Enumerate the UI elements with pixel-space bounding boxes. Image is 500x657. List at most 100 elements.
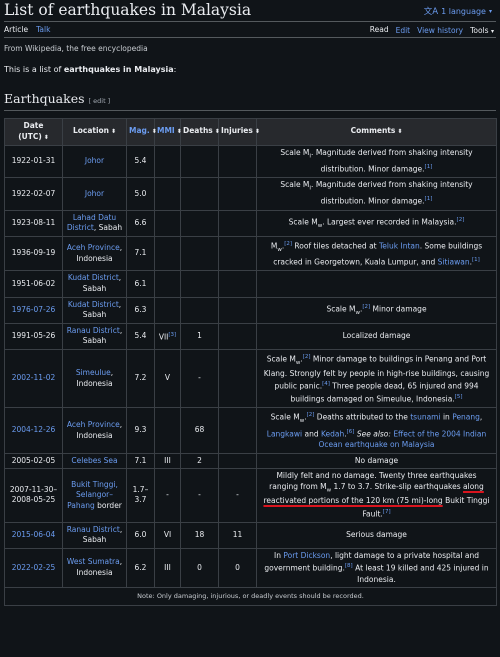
date-text[interactable]: 2002-11-02 (12, 373, 56, 382)
cell-date: 2007-11-30– 2008-05-25 (4, 468, 63, 523)
language-button[interactable]: 文A 1 language ▾ (423, 5, 492, 18)
cell-mmi (154, 177, 181, 211)
location-link[interactable]: Kudat District (68, 300, 119, 309)
cell-location: Simeulue, Indonesia (62, 348, 127, 409)
column-header-date-utc[interactable]: Date (UTC) ⬍ (4, 117, 63, 147)
location-link[interactable]: Johor (85, 189, 104, 198)
site-subtitle: From Wikipedia, the free encyclopedia (4, 44, 148, 53)
cell-mmi (154, 270, 181, 298)
cell-date: 1936-09-19 (4, 235, 63, 272)
section-divider (4, 110, 496, 111)
tab-edit[interactable]: Edit (396, 26, 411, 38)
sort-icon[interactable]: ⬍ (177, 128, 182, 135)
earthquakes-table: Date (UTC) ⬍ Location ⬍ Mag. ⬍ MMI ⬍ Deaths ⬍ Inju… (4, 117, 497, 607)
cell-deaths: 18 (180, 521, 219, 549)
cell-location: West Sumatra, Indonesia (62, 547, 127, 589)
page-title: List of earthquakes in Malaysia (4, 1, 252, 19)
cell-location: Lahad Datu District, Sabah (62, 209, 127, 237)
cell-mmi: VII[3] (154, 322, 181, 351)
column-header-label: Comments (350, 126, 396, 136)
cell-magnitude: 6.1 (126, 270, 155, 298)
cell-comments: Localized damage (256, 322, 497, 351)
location-link[interactable]: Bukit Tinggi, Selangor– Pahang (67, 480, 118, 510)
sort-icon[interactable]: ⬍ (215, 128, 220, 135)
column-header-injuries[interactable]: Injuries ⬍ (218, 117, 260, 147)
cell-mmi (154, 145, 181, 179)
cell-injuries (218, 452, 257, 470)
date-text[interactable]: 2004-12-26 (12, 425, 56, 434)
tab-view-history[interactable]: View history (417, 26, 463, 38)
cell-comments (256, 270, 497, 298)
table-note: Note: Only damaging, injurious, or deadl… (4, 587, 497, 607)
cell-date: 1976-07-26 (4, 296, 63, 324)
date-text: 1922-01-31 (11, 156, 56, 166)
cell-comments: Mildly felt and no damage. Twenty three … (256, 468, 497, 523)
cell-location: Kudat District, Sabah (62, 270, 127, 298)
cell-mmi (154, 296, 181, 324)
cell-location: Bukit Tinggi, Selangor– Pahang border (62, 468, 127, 523)
column-header-mag[interactable]: Mag. ⬍ (126, 117, 157, 147)
sort-icon[interactable]: ⬍ (397, 128, 402, 135)
location-link[interactable]: Simeulue (76, 368, 111, 377)
cell-deaths: - (180, 468, 219, 523)
location-link[interactable]: Ranau District (67, 525, 120, 534)
table-row: 1922-01-31 Johor 5.4 Scale MI. Magnitude de… (4, 145, 497, 179)
cell-magnitude: 7.2 (126, 348, 155, 409)
date-text[interactable]: 2015-06-04 (12, 530, 56, 539)
location-link[interactable]: Aceh Province (67, 243, 120, 252)
sort-icon[interactable]: ⬍ (255, 128, 260, 135)
section-edit-link[interactable]: [ edit ] (89, 97, 111, 105)
cell-magnitude: 5.4 (126, 145, 155, 179)
location-link[interactable]: Lahad Datu District (67, 213, 116, 233)
cell-comments: Serious damage (256, 521, 497, 549)
cell-deaths (180, 296, 219, 324)
table-row: 2022-02-25 West Sumatra, Indonesia 6.2 III 0… (4, 547, 497, 589)
cell-mmi: VI (154, 521, 181, 549)
cell-injuries: 0 (218, 547, 257, 589)
table-row: 2007-11-30– 2008-05-25 Bukit Tinggi, Sela… (4, 468, 497, 523)
cell-injuries (218, 145, 257, 179)
column-header-label: Date (UTC) (18, 121, 44, 141)
tools-menu[interactable]: Tools ▾ (470, 26, 494, 38)
section-edit-label: [ edit ] (88, 97, 111, 105)
cell-date: 2022-02-25 (4, 547, 63, 589)
sort-icon[interactable]: ⬍ (44, 134, 49, 141)
location-link[interactable]: Johor (85, 156, 104, 165)
cell-magnitude: 6.2 (126, 547, 155, 589)
sort-icon[interactable]: ⬍ (111, 128, 116, 135)
cell-magnitude: 6.6 (126, 209, 155, 237)
location-link[interactable]: Aceh Province (67, 420, 120, 429)
table-row: 1976-07-26 Kudat District, Sabah 6.3 Scale … (4, 296, 497, 324)
translate-icon: 文A (423, 7, 439, 17)
location-link[interactable]: Celebes Sea (71, 456, 117, 465)
cell-magnitude: 6.0 (126, 521, 155, 549)
column-header-label: Injuries (221, 126, 253, 136)
column-header-location[interactable]: Location ⬍ (62, 117, 127, 147)
cell-comments: No damage (256, 452, 497, 470)
cell-mmi: III (154, 547, 181, 589)
cell-mmi (154, 209, 181, 237)
section-title: Earthquakes (4, 91, 85, 106)
location-link[interactable]: West Sumatra (67, 557, 120, 566)
language-button-label: 1 language (441, 6, 486, 16)
cell-comments: Scale Mw.[2] Minor damage (256, 296, 497, 324)
intro-prefix: This is a list of (4, 65, 64, 74)
location-link[interactable]: Kudat District (68, 273, 119, 282)
table-row: 2002-11-02 Simeulue, Indonesia 7.2 V - Scale … (4, 348, 497, 409)
cell-injuries (218, 177, 257, 211)
cell-deaths: 0 (180, 547, 219, 589)
table-row: 1936-09-19 Aceh Province, Indonesia 7.1 Mw.… (4, 235, 497, 272)
chevron-down-icon: ▾ (490, 27, 494, 35)
column-header-label: Deaths (183, 126, 213, 136)
column-header-deaths[interactable]: Deaths ⬍ (180, 117, 220, 147)
column-header-label: Location (72, 126, 110, 136)
location-link[interactable]: Ranau District (67, 326, 120, 335)
cell-location: Ranau District, Sabah (62, 521, 127, 549)
date-text[interactable]: 1976-07-26 (12, 305, 56, 314)
column-header-comments[interactable]: Comments ⬍ (256, 117, 497, 147)
cell-magnitude: 5.0 (126, 177, 155, 211)
date-text: 1936-09-19 (11, 248, 56, 258)
cell-date: 2002-11-02 (4, 348, 63, 409)
date-text[interactable]: 2022-02-25 (12, 563, 56, 572)
column-header-mmi[interactable]: MMI ⬍ (154, 117, 182, 147)
